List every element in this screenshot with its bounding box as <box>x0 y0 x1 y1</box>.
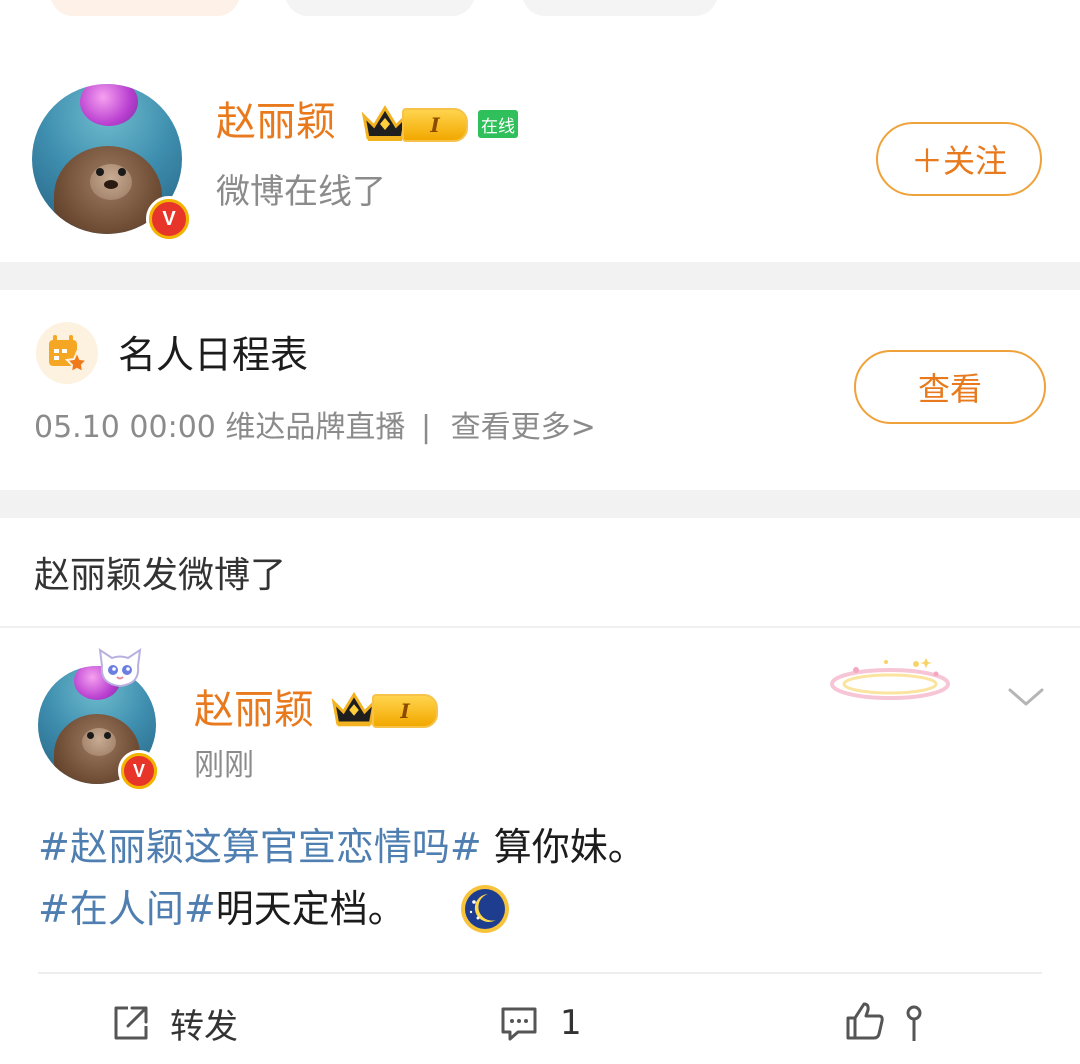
top-tab-pill-1[interactable] <box>50 0 240 16</box>
hashtag-link[interactable]: #赵丽颖这算官宣恋情吗# <box>38 825 482 869</box>
section-divider <box>0 262 1080 290</box>
top-tab-pill-2[interactable] <box>285 0 475 16</box>
profile-status: 微博在线了 <box>216 172 386 212</box>
comment-count: 1 <box>560 1003 582 1043</box>
schedule-card: 名人日程表 05.10 00:00 维达品牌直播 | 查看更多> 查看 <box>0 290 1080 488</box>
schedule-title: 名人日程表 <box>118 333 309 377</box>
schedule-separator: | <box>420 410 432 445</box>
hashtag-link[interactable]: #在人间# <box>38 887 216 931</box>
post-time: 刚刚 <box>194 748 254 783</box>
comment-icon <box>498 1002 540 1044</box>
follow-button[interactable]: ＋关注 <box>876 122 1042 196</box>
moon-emoji-icon <box>458 882 512 936</box>
post-text-line-1: #赵丽颖这算官宣恋情吗# 算你妹。 <box>38 825 646 869</box>
repost-icon <box>110 1002 152 1044</box>
calendar-star-icon <box>36 322 98 384</box>
card-decoration-sparkle-icon <box>826 650 956 710</box>
like-button[interactable] <box>842 996 924 1046</box>
comment-button[interactable]: 1 <box>498 998 582 1048</box>
profile-name[interactable]: 赵丽颖 <box>216 96 336 148</box>
crown-icon <box>330 688 378 730</box>
action-divider <box>38 972 1042 974</box>
repost-button[interactable]: 转发 <box>110 998 238 1048</box>
post-text-line-2: #在人间#明天定档。 <box>38 887 406 931</box>
level-badge: I <box>372 694 438 728</box>
online-tag: 在线 <box>478 110 518 138</box>
schedule-event: 05.10 00:00 维达品牌直播 | 查看更多> <box>34 410 596 445</box>
profile-card: V 赵丽颖 I 在线 微博在线了 ＋关注 <box>0 60 1080 260</box>
view-button[interactable]: 查看 <box>854 350 1046 424</box>
verified-v-icon: V <box>146 196 192 242</box>
like-partial-count <box>904 1001 924 1041</box>
header-divider <box>0 626 1080 628</box>
feed-header: 赵丽颖发微博了 <box>34 555 287 596</box>
level-badge: I <box>402 108 468 142</box>
post-author-name[interactable]: 赵丽颖 <box>194 684 314 736</box>
top-tab-pill-3[interactable] <box>522 0 718 16</box>
avatar-pendant-cat-icon <box>94 646 146 692</box>
section-divider <box>0 490 1080 518</box>
chevron-down-icon[interactable] <box>1006 682 1046 712</box>
more-link[interactable]: 查看更多> <box>451 410 596 445</box>
repost-label: 转发 <box>170 1006 238 1047</box>
verified-v-icon: V <box>118 750 160 792</box>
like-icon <box>842 998 888 1044</box>
